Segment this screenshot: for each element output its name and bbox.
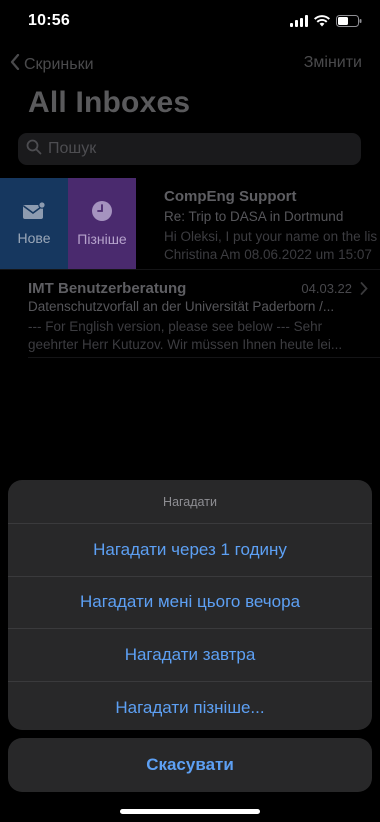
cancel-button[interactable]: Скасувати	[8, 738, 372, 792]
mark-new-label: Нове	[17, 230, 51, 246]
email-sender: CompEng Support	[164, 188, 297, 205]
edit-button[interactable]: Змінити	[304, 54, 362, 72]
page-title: All Inboxes	[28, 86, 191, 119]
cellular-signal-icon	[290, 14, 308, 32]
remind-action-sheet: Нагадати Нагадати через 1 годину Нагадат…	[8, 480, 372, 730]
email-preview-line1: Hi Oleksi, I put your name on the lis	[164, 229, 378, 244]
list-item[interactable]: CompEng Support Re: Trip to DASA in Dort…	[150, 178, 380, 269]
search-bar[interactable]	[18, 133, 361, 165]
status-time: 10:56	[28, 12, 70, 29]
search-icon	[26, 139, 42, 160]
remind-later-option[interactable]: Нагадати пізніше...	[8, 682, 372, 731]
action-sheet-title: Нагадати	[8, 480, 372, 524]
chevron-right-icon	[360, 282, 368, 300]
wifi-icon	[314, 14, 330, 32]
email-preview-line2: Christina Am 08.06.2022 um 15:07	[164, 247, 372, 262]
remind-tonight-option[interactable]: Нагадати мені цього вечора	[8, 577, 372, 629]
back-button[interactable]: Скриньки	[10, 53, 94, 75]
home-indicator	[120, 809, 260, 814]
envelope-badge-icon	[22, 201, 46, 224]
battery-icon	[336, 14, 362, 32]
email-preview: --- For English version, please see belo…	[28, 319, 343, 352]
list-item[interactable]: IMT Benutzerberatung 04.03.22 Datenschut…	[0, 269, 380, 357]
email-subject: Re: Trip to DASA in Dortmund	[164, 209, 344, 224]
status-icons	[290, 14, 362, 32]
chevron-left-icon	[10, 53, 20, 75]
remind-in-1-hour-option[interactable]: Нагадати через 1 годину	[8, 524, 372, 577]
navigation-bar: Скриньки Змінити	[0, 50, 380, 80]
search-input[interactable]	[48, 140, 348, 158]
email-date: 04.03.22	[301, 281, 352, 296]
mark-new-action[interactable]: Нове	[0, 178, 68, 269]
swiped-mail-row: Нове Пізніше CompEng Support Re: Trip to…	[0, 178, 380, 269]
email-subject: Datenschutzvorfall an der Universität Pa…	[28, 299, 335, 314]
divider	[28, 357, 380, 358]
remind-later-action[interactable]: Пізніше	[68, 178, 136, 269]
mail-list: Нове Пізніше CompEng Support Re: Trip to…	[0, 178, 380, 358]
email-sender: IMT Benutzerberatung	[28, 280, 187, 297]
back-button-label: Скриньки	[24, 55, 94, 73]
status-bar: 10:56	[0, 0, 380, 46]
remind-later-label: Пізніше	[77, 231, 127, 247]
clock-icon	[91, 200, 113, 225]
remind-tomorrow-option[interactable]: Нагадати завтра	[8, 629, 372, 682]
